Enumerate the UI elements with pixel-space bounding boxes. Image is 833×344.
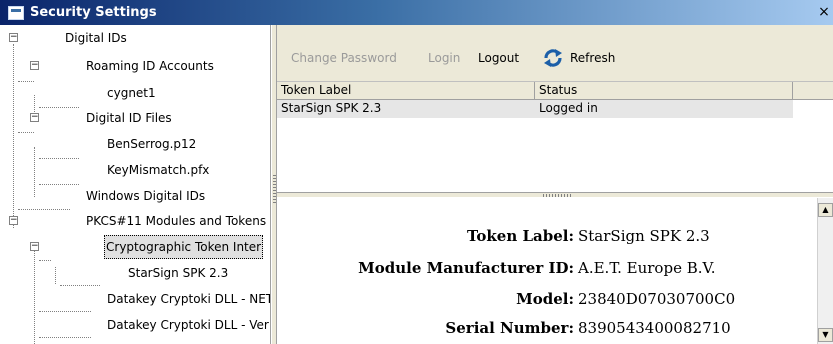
detail-value: 8390543400082710 [578, 319, 731, 337]
detail-value: 23840D07030700C0 [578, 290, 736, 308]
collapse-icon[interactable]: − [9, 33, 18, 42]
tree-item-label: KeyMismatch.pfx [107, 163, 210, 177]
tree-item-label: Datakey Cryptoki DLL - Ver [107, 318, 269, 332]
tree-item-label: Windows Digital IDs [86, 189, 206, 203]
detail-row-manufacturer-id: Module Manufacturer ID: A.E.T. Europe B.… [277, 259, 817, 283]
tree-item-label: StarSign SPK 2.3 [128, 266, 229, 280]
detail-row-serial-number: Serial Number: 8390543400082710 [277, 319, 817, 343]
detail-row-model: Model: 23840D07030700C0 [277, 290, 817, 314]
tree-item-roaming-id-accounts[interactable]: − Roaming ID Accounts [0, 53, 270, 79]
details-scrollbar[interactable]: ▲ ▼ [817, 198, 833, 344]
detail-label: Module Manufacturer ID: [358, 259, 574, 277]
digital-id-tree: − Digital IDs − Roaming ID Accounts cygn… [0, 25, 271, 344]
tree-item-datakey-ver[interactable]: Datakey Cryptoki DLL - Ver [0, 312, 270, 338]
close-button[interactable]: × [817, 3, 831, 21]
tree-item-windows-digital-ids[interactable]: Windows Digital IDs [0, 183, 270, 209]
tree-item-pkcs11-modules[interactable]: − PKCS#11 Modules and Tokens [0, 208, 270, 234]
tree-item-keymismatch-pfx[interactable]: KeyMismatch.pfx [0, 157, 270, 183]
detail-label: Serial Number: [445, 319, 574, 337]
collapse-icon[interactable]: − [30, 61, 39, 70]
token-details-pane: Token Label: StarSign SPK 2.3 Module Man… [277, 198, 817, 344]
collapse-icon[interactable]: − [30, 113, 39, 122]
change-password-button[interactable]: Change Password [291, 51, 397, 65]
splitter-grip-icon [543, 194, 571, 197]
table-row[interactable]: StarSign SPK 2.3 Logged in [277, 100, 793, 118]
scroll-up-icon[interactable]: ▲ [818, 203, 833, 217]
table-header: Token Label Status [277, 82, 833, 100]
tree-item-label: BenSerrog.p12 [107, 137, 197, 151]
splitter-grip-icon [273, 175, 276, 203]
refresh-button[interactable]: Refresh [570, 51, 615, 65]
tree-item-label: cygnet1 [107, 86, 156, 100]
logout-button[interactable]: Logout [478, 51, 519, 65]
tree-item-label: Digital IDs [65, 31, 127, 45]
tree-item-label: PKCS#11 Modules and Tokens [86, 214, 267, 228]
tree-item-starsign-spk[interactable]: StarSign SPK 2.3 [0, 260, 270, 286]
detail-row-token-label: Token Label: StarSign SPK 2.3 [277, 227, 817, 251]
tree-item-cygnet1[interactable]: cygnet1 [0, 80, 270, 106]
collapse-icon[interactable]: − [30, 242, 39, 251]
tree-item-label: Roaming ID Accounts [86, 59, 214, 73]
token-label-cell: StarSign SPK 2.3 [281, 101, 382, 115]
status-cell: Logged in [539, 101, 598, 115]
tree-item-label: Digital ID Files [86, 111, 172, 125]
tree-item-label: Datakey Cryptoki DLL - NET [107, 292, 271, 306]
refresh-icon[interactable] [542, 47, 564, 69]
column-header-filler [793, 82, 833, 100]
detail-label: Token Label: [466, 227, 574, 245]
tree-item-benserrog-p12[interactable]: BenSerrog.p12 [0, 131, 270, 157]
window-icon [8, 5, 24, 20]
detail-label: Model: [516, 290, 574, 308]
tree-item-datakey-net[interactable]: Datakey Cryptoki DLL - NET [0, 286, 271, 312]
detail-value: A.E.T. Europe B.V. [578, 259, 716, 277]
toolbar: Change Password Login Logout Refresh [277, 25, 833, 82]
column-header-token-label[interactable]: Token Label [277, 82, 535, 100]
login-button[interactable]: Login [428, 51, 460, 65]
tree-item-digital-id-files[interactable]: − Digital ID Files [0, 105, 270, 131]
collapse-icon[interactable]: − [9, 216, 18, 225]
tree-item-digital-ids[interactable]: − Digital IDs [0, 25, 270, 51]
token-table: Token Label Status StarSign SPK 2.3 Logg… [277, 82, 833, 192]
title-bar: Security Settings × [0, 0, 833, 25]
detail-value: StarSign SPK 2.3 [578, 227, 710, 245]
tree-item-cryptographic-token-interface[interactable]: − Cryptographic Token Inter [0, 234, 270, 260]
scroll-down-icon[interactable]: ▼ [818, 328, 833, 342]
window-title: Security Settings [30, 5, 157, 20]
tree-item-label: Cryptographic Token Inter [104, 235, 264, 259]
column-header-status[interactable]: Status [535, 82, 793, 100]
